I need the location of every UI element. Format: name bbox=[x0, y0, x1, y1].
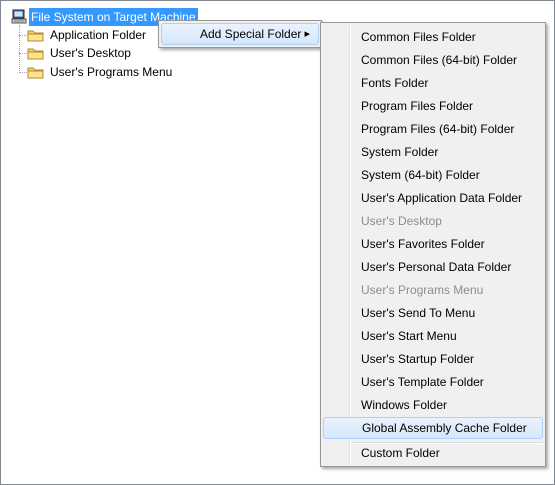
submenu-item-label: Program Files Folder bbox=[361, 99, 474, 113]
tree-item-label[interactable]: Application Folder bbox=[48, 26, 148, 44]
tree-connector-line bbox=[19, 35, 27, 36]
submenu-item-common-files-folder[interactable]: Common Files Folder bbox=[323, 26, 543, 48]
computer-icon bbox=[11, 9, 27, 30]
submenu-item-label: System (64-bit) Folder bbox=[361, 168, 480, 182]
submenu-item-windows-folder[interactable]: Windows Folder bbox=[323, 394, 543, 416]
special-folder-submenu: Common Files Folder Common Files (64-bit… bbox=[320, 22, 546, 467]
submenu-item-users-application-data-folder[interactable]: User's Application Data Folder bbox=[323, 187, 543, 209]
submenu-item-users-personal-data-folder[interactable]: User's Personal Data Folder bbox=[323, 256, 543, 278]
submenu-item-users-favorites-folder[interactable]: User's Favorites Folder bbox=[323, 233, 543, 255]
submenu-item-label: User's Send To Menu bbox=[361, 306, 476, 320]
submenu-item-common-files-64-folder[interactable]: Common Files (64-bit) Folder bbox=[323, 49, 543, 71]
submenu-item-users-desktop: User's Desktop bbox=[323, 210, 543, 232]
submenu-item-label: User's Programs Menu bbox=[361, 283, 484, 297]
submenu-item-label: Common Files (64-bit) Folder bbox=[361, 53, 518, 67]
submenu-item-label: Windows Folder bbox=[361, 398, 448, 412]
tree-item-users-programs-menu[interactable]: User's Programs Menu bbox=[27, 63, 197, 81]
submenu-item-label: User's Favorites Folder bbox=[361, 237, 485, 251]
tree-item-label[interactable]: User's Desktop bbox=[48, 44, 133, 62]
submenu-item-label: Custom Folder bbox=[361, 446, 440, 460]
tree-item-users-desktop[interactable]: User's Desktop bbox=[27, 44, 167, 62]
submenu-item-custom-folder[interactable]: Custom Folder bbox=[323, 442, 543, 464]
submenu-item-users-start-menu[interactable]: User's Start Menu bbox=[323, 325, 543, 347]
submenu-item-fonts-folder[interactable]: Fonts Folder bbox=[323, 72, 543, 94]
add-special-folder-label: Add Special Folder bbox=[200, 27, 302, 41]
folder-icon bbox=[27, 64, 45, 85]
submenu-item-global-assembly-cache-folder[interactable]: Global Assembly Cache Folder bbox=[323, 417, 543, 439]
add-special-folder-menu-item[interactable]: Add Special Folder ▸ bbox=[161, 23, 319, 45]
tree-connector-line bbox=[19, 72, 27, 73]
submenu-item-label: User's Desktop bbox=[361, 214, 442, 228]
submenu-item-label: User's Application Data Folder bbox=[361, 191, 523, 205]
submenu-item-program-files-64-folder[interactable]: Program Files (64-bit) Folder bbox=[323, 118, 543, 140]
submenu-item-system-folder[interactable]: System Folder bbox=[323, 141, 543, 163]
submenu-item-users-startup-folder[interactable]: User's Startup Folder bbox=[323, 348, 543, 370]
submenu-item-label: Global Assembly Cache Folder bbox=[362, 421, 527, 435]
tree-item-application-folder[interactable]: Application Folder bbox=[27, 26, 167, 44]
submenu-item-label: User's Template Folder bbox=[361, 375, 484, 389]
submenu-item-system-64-folder[interactable]: System (64-bit) Folder bbox=[323, 164, 543, 186]
submenu-arrow-icon: ▸ bbox=[304, 28, 310, 40]
submenu-item-label: Common Files Folder bbox=[361, 30, 476, 44]
submenu-item-label: Fonts Folder bbox=[361, 76, 429, 90]
submenu-item-label: System Folder bbox=[361, 145, 439, 159]
submenu-item-users-send-to-menu[interactable]: User's Send To Menu bbox=[323, 302, 543, 324]
submenu-item-users-programs-menu: User's Programs Menu bbox=[323, 279, 543, 301]
submenu-item-label: User's Startup Folder bbox=[361, 352, 474, 366]
context-menu: Add Special Folder ▸ bbox=[158, 20, 322, 48]
submenu-item-label: User's Start Menu bbox=[361, 329, 457, 343]
submenu-item-label: Program Files (64-bit) Folder bbox=[361, 122, 515, 136]
tree-connector-line bbox=[19, 53, 27, 54]
tree-item-label[interactable]: User's Programs Menu bbox=[48, 63, 174, 81]
tree-connector-line bbox=[19, 25, 20, 73]
submenu-item-users-template-folder[interactable]: User's Template Folder bbox=[323, 371, 543, 393]
submenu-item-label: User's Personal Data Folder bbox=[361, 260, 512, 274]
submenu-item-program-files-folder[interactable]: Program Files Folder bbox=[323, 95, 543, 117]
